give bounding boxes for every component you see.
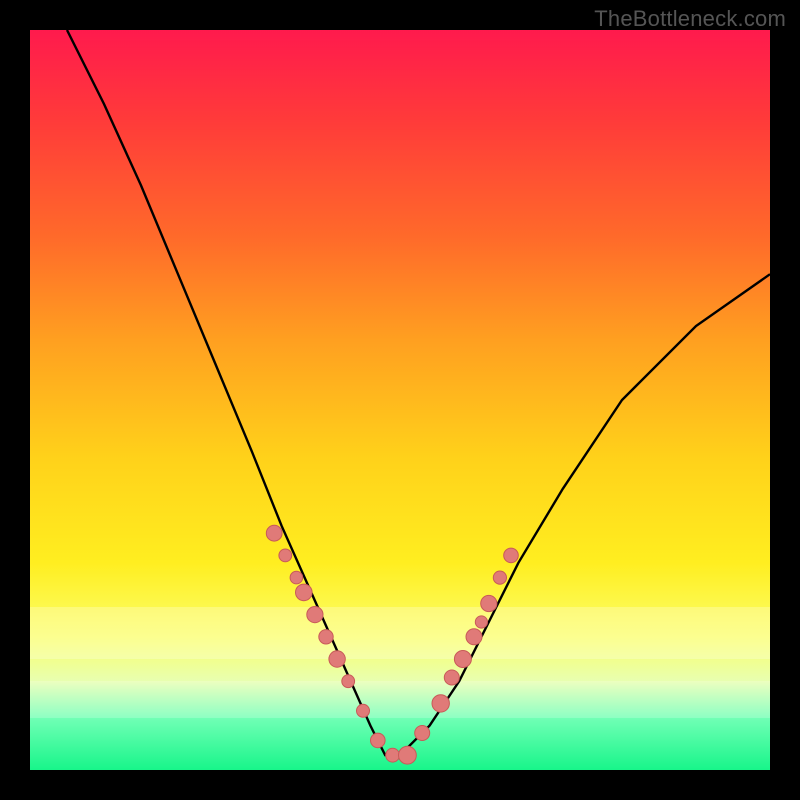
marker-dot	[307, 607, 323, 623]
marker-dot	[415, 726, 430, 741]
marker-dot	[319, 630, 333, 644]
marker-dot	[432, 695, 449, 712]
bottleneck-curve	[67, 30, 770, 755]
marker-dot	[399, 746, 417, 764]
marker-dot	[454, 651, 471, 668]
marker-dot	[466, 629, 482, 645]
marker-dot	[342, 675, 355, 688]
marker-dot	[475, 616, 487, 628]
marker-group	[266, 525, 518, 764]
marker-dot	[481, 595, 497, 611]
marker-dot	[329, 651, 345, 667]
marker-dot	[444, 670, 459, 685]
marker-dot	[266, 525, 282, 541]
marker-dot	[296, 584, 313, 601]
marker-dot	[493, 571, 506, 584]
marker-dot	[504, 548, 519, 563]
plot-area	[30, 30, 770, 770]
curve-layer	[30, 30, 770, 770]
chart-stage: TheBottleneck.com	[0, 0, 800, 800]
marker-dot	[357, 704, 370, 717]
marker-dot	[290, 571, 303, 584]
marker-dot	[371, 733, 386, 748]
marker-dot	[279, 549, 292, 562]
attribution-text: TheBottleneck.com	[594, 6, 786, 32]
marker-dot	[386, 748, 400, 762]
